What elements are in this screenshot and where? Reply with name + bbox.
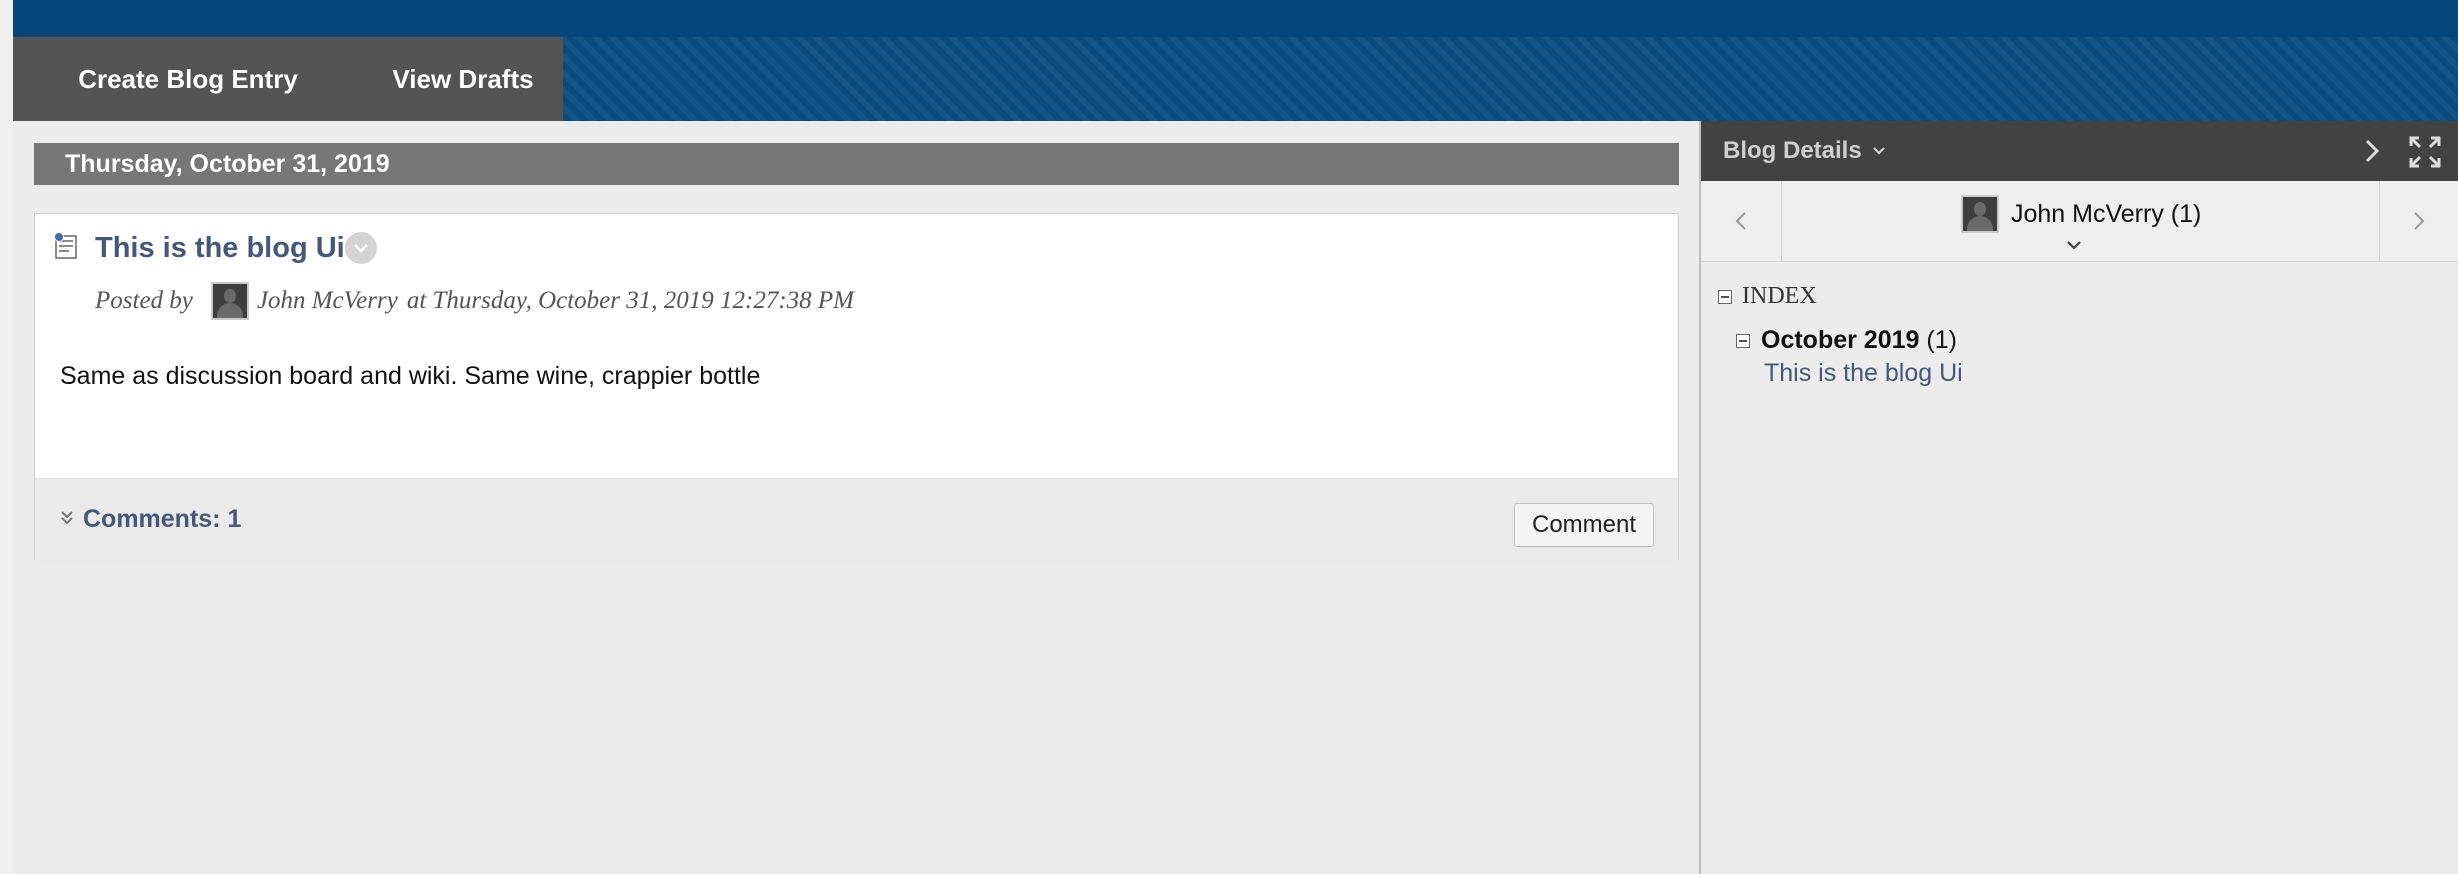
- action-bar: Create Blog Entry View Drafts: [13, 37, 2458, 121]
- entry-title-link[interactable]: This is the blog Ui: [95, 232, 345, 265]
- collapse-sidebar-icon[interactable]: [2357, 135, 2387, 167]
- sidebar-title: Blog Details: [1723, 137, 1862, 164]
- previous-user-button[interactable]: [1701, 181, 1782, 261]
- author-avatar: [210, 282, 249, 320]
- action-menu: Create Blog Entry View Drafts: [13, 37, 563, 121]
- chevron-left-icon: [1735, 212, 1746, 230]
- create-blog-entry-button[interactable]: Create Blog Entry: [13, 37, 363, 121]
- posted-by-label: Posted by: [95, 287, 193, 314]
- blog-entry-card: This is the blog Ui Posted by John McVer…: [34, 213, 1679, 561]
- posted-by-line: Posted by John McVerry at Thursday, Octo…: [95, 282, 854, 320]
- double-chevron-down-icon: [60, 510, 74, 529]
- blog-entry-icon: [54, 232, 80, 260]
- comments-count: Comments: 1: [83, 505, 242, 533]
- index-header: INDEX: [1718, 283, 1817, 310]
- collapse-month-icon[interactable]: [1736, 333, 1750, 348]
- comment-button[interactable]: Comment: [1514, 503, 1654, 547]
- index-entry-link[interactable]: This is the blog Ui: [1764, 359, 1963, 388]
- chevron-down-icon: [1872, 121, 1886, 181]
- top-bar: [13, 0, 2458, 39]
- chevron-right-icon: [2414, 212, 2425, 230]
- user-navigator: John McVerry (1): [1701, 181, 2458, 262]
- index-month-row: October 2019 (1): [1736, 326, 1957, 355]
- sidebar-header: Blog Details: [1701, 121, 2458, 181]
- index-month-label: October 2019 (1): [1761, 326, 1957, 354]
- view-drafts-button[interactable]: View Drafts: [363, 37, 563, 121]
- page-edge: [0, 0, 14, 874]
- main-content: Thursday, October 31, 2019 This is the b…: [13, 121, 1699, 874]
- posted-timestamp: at Thursday, October 31, 2019 12:27:38 P…: [406, 287, 855, 314]
- user-select-dropdown[interactable]: John McVerry (1): [1961, 195, 2201, 233]
- blog-details-sidebar: Blog Details John McVerry (1) INDEX Octo…: [1699, 121, 2458, 874]
- entry-body: Same as discussion board and wiki. Same …: [60, 362, 761, 390]
- chevron-down-icon[interactable]: [2066, 237, 2082, 253]
- expand-fullscreen-icon[interactable]: [2408, 135, 2442, 169]
- index-label: INDEX: [1742, 283, 1817, 309]
- entry-footer: Comments: 1 Comment: [35, 478, 1678, 561]
- user-name-label: John McVerry (1): [2011, 199, 2202, 228]
- collapse-index-icon[interactable]: [1718, 289, 1732, 304]
- comments-toggle[interactable]: Comments: 1: [60, 505, 241, 534]
- author-name: John McVerry: [256, 287, 398, 314]
- entry-options-chevron-icon[interactable]: [345, 232, 377, 264]
- date-header: Thursday, October 31, 2019: [34, 143, 1679, 185]
- blog-details-menu[interactable]: Blog Details: [1723, 121, 1886, 181]
- next-user-button[interactable]: [2379, 181, 2458, 261]
- user-avatar: [1961, 195, 1999, 233]
